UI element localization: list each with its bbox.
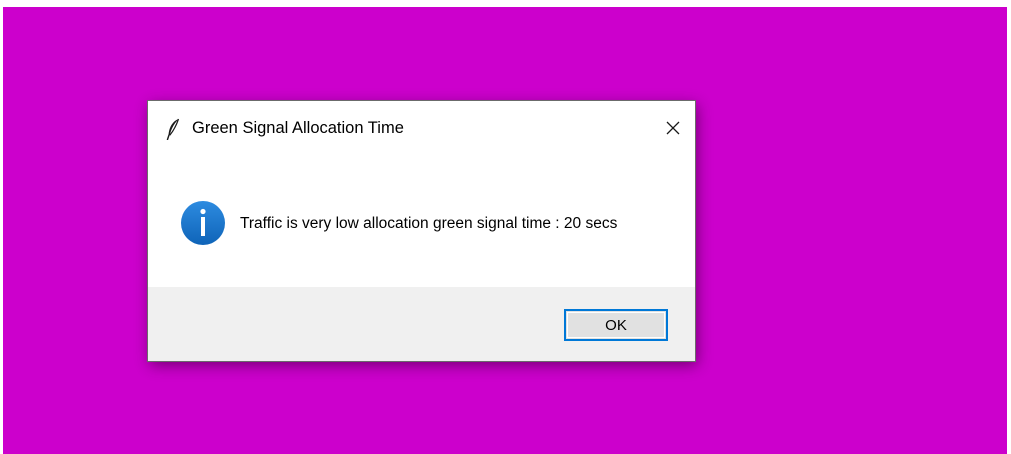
message-dialog: Green Signal Allocation Time Traffic is … (148, 101, 695, 361)
dialog-content: Traffic is very low allocation green sig… (148, 157, 695, 287)
dialog-message: Traffic is very low allocation green sig… (240, 215, 618, 232)
ok-button[interactable]: OK (564, 309, 668, 341)
dialog-button-bar: OK (148, 287, 695, 361)
dialog-title: Green Signal Allocation Time (192, 119, 404, 137)
close-icon (666, 121, 680, 135)
info-icon (180, 200, 226, 246)
close-button[interactable] (653, 113, 693, 143)
dialog-titlebar[interactable]: Green Signal Allocation Time (148, 101, 695, 157)
feather-icon (166, 118, 180, 141)
desktop-background: Green Signal Allocation Time Traffic is … (3, 7, 1007, 454)
